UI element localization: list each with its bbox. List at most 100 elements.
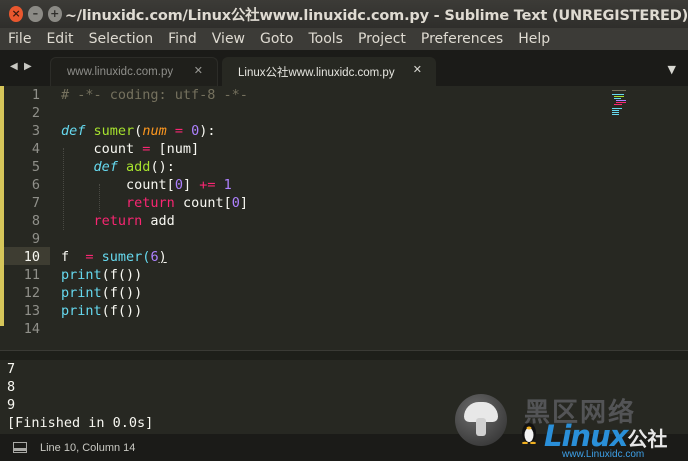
tab-bar: ◀ ▶ www.linuxidc.com.py ✕ Linux公社www.lin… (0, 50, 688, 86)
line-number: 12 (23, 285, 40, 301)
tab-next-icon[interactable]: ▶ (24, 61, 32, 72)
bracket: ] (182, 177, 200, 193)
code-line-7: return count[0] (61, 194, 248, 212)
function-name: add (126, 159, 151, 175)
value: [num] (158, 141, 200, 157)
keyword-return: return (93, 213, 143, 229)
code-line-8: return add (61, 212, 175, 230)
expression: count[ (174, 195, 232, 211)
panel-divider[interactable] (0, 350, 688, 360)
function-call: sumer( (101, 249, 151, 265)
minimize-window-button[interactable]: – (28, 6, 43, 22)
expression: add (142, 213, 175, 229)
menu-help[interactable]: Help (510, 31, 550, 47)
panel-toggle-icon[interactable] (13, 442, 27, 453)
tab-dropdown-icon[interactable]: ▼ (668, 63, 676, 76)
keyword: def (61, 123, 86, 139)
line-number: 2 (31, 105, 40, 121)
operator: = (166, 123, 192, 139)
line-number: 7 (31, 195, 40, 211)
output-finished: [Finished in 0.0s] (7, 415, 154, 431)
code-area[interactable]: # -*- coding: utf-8 -*- def sumer(num = … (61, 86, 601, 350)
watermark-linux-text: Linux公社 (544, 419, 667, 453)
menu-bar: File Edit Selection Find View Goto Tools… (0, 28, 688, 50)
keyword-return: return (126, 195, 175, 211)
tab-linux-gongshe-py[interactable]: Linux公社www.linuxidc.com.py ✕ (222, 57, 436, 86)
minimap-line (612, 108, 622, 109)
keyword: def (93, 159, 118, 175)
tab-close-icon[interactable]: ✕ (413, 63, 422, 76)
number: 0 (231, 195, 240, 211)
expression: (f()) (101, 267, 143, 283)
menu-find[interactable]: Find (160, 31, 197, 47)
number: 0 (174, 177, 183, 193)
paren: ) (158, 249, 167, 265)
menu-view[interactable]: View (204, 31, 245, 47)
code-line-12: print(f()) (61, 284, 142, 302)
line-number-current: 10 (23, 249, 40, 265)
paren: ): (199, 123, 216, 139)
cursor-position: Line 10, Column 14 (40, 441, 136, 454)
watermark-linux-word: Linux (544, 419, 628, 453)
tux-penguin-icon (522, 423, 536, 444)
line-number: 11 (23, 267, 40, 283)
menu-selection[interactable]: Selection (81, 31, 154, 47)
mushroom-stem-icon (476, 418, 486, 436)
menu-preferences[interactable]: Preferences (413, 31, 503, 47)
menu-edit[interactable]: Edit (38, 31, 73, 47)
code-line-5: def add(): (61, 158, 175, 176)
watermark-logo: 黑区网络 Linux公社 www.Linuxidc.com (452, 388, 688, 461)
minimap-line (612, 114, 619, 115)
menu-tools[interactable]: Tools (300, 31, 343, 47)
output-line: 8 (7, 379, 16, 395)
parameter: num (142, 123, 167, 139)
watermark-url: www.Linuxidc.com (562, 449, 645, 460)
line-number: 6 (31, 177, 40, 193)
variable: count (93, 141, 135, 157)
minimap[interactable] (608, 90, 638, 130)
line-number: 8 (31, 213, 40, 229)
minimap-line (616, 102, 626, 103)
number: 6 (150, 249, 159, 265)
code-line-4: count = [num] (61, 140, 200, 158)
expression: (f()) (101, 303, 143, 319)
minimap-line (612, 112, 619, 113)
line-number: 5 (31, 159, 40, 175)
minimap-line (612, 110, 619, 111)
comment: # -*- coding: utf-8 -*- (61, 87, 248, 103)
function-name: sumer (93, 123, 135, 139)
line-number: 9 (31, 231, 40, 247)
code-line-10: f = sumer(6) (61, 248, 167, 266)
menu-project[interactable]: Project (350, 31, 406, 47)
tab-label: www.linuxidc.com.py (67, 66, 174, 78)
bracket: ] (239, 195, 248, 211)
title-bar: × – + ~/linuxidc.com/Linux公社www.linuxidc… (0, 0, 688, 28)
number: 0 (191, 123, 200, 139)
menu-goto[interactable]: Goto (252, 31, 293, 47)
tab-close-icon[interactable]: ✕ (194, 64, 203, 77)
code-line-1: # -*- coding: utf-8 -*- (61, 86, 248, 104)
code-editor[interactable]: 1 2 3 4 5 6 7 8 9 10 11 12 13 14 # -*- c… (0, 86, 688, 350)
tab-prev-icon[interactable]: ◀ (10, 61, 18, 72)
operator: = (85, 249, 94, 265)
maximize-window-button[interactable]: + (47, 6, 62, 22)
code-line-3: def sumer(num = 0): (61, 122, 216, 140)
close-window-button[interactable]: × (9, 6, 24, 22)
operator: += (199, 177, 216, 193)
watermark-gongshe: 公社 (627, 427, 668, 451)
number: 1 (223, 177, 232, 193)
paren: (): (150, 159, 175, 175)
code-line-6: count[0] += 1 (61, 176, 232, 194)
minimap-line (612, 94, 624, 95)
code-line-11: print(f()) (61, 266, 142, 284)
line-number: 3 (31, 123, 40, 139)
minimap-line (614, 98, 621, 99)
line-number: 4 (31, 141, 40, 157)
tab-linuxidc-py[interactable]: www.linuxidc.com.py ✕ (50, 57, 218, 86)
menu-file[interactable]: File (0, 31, 31, 47)
